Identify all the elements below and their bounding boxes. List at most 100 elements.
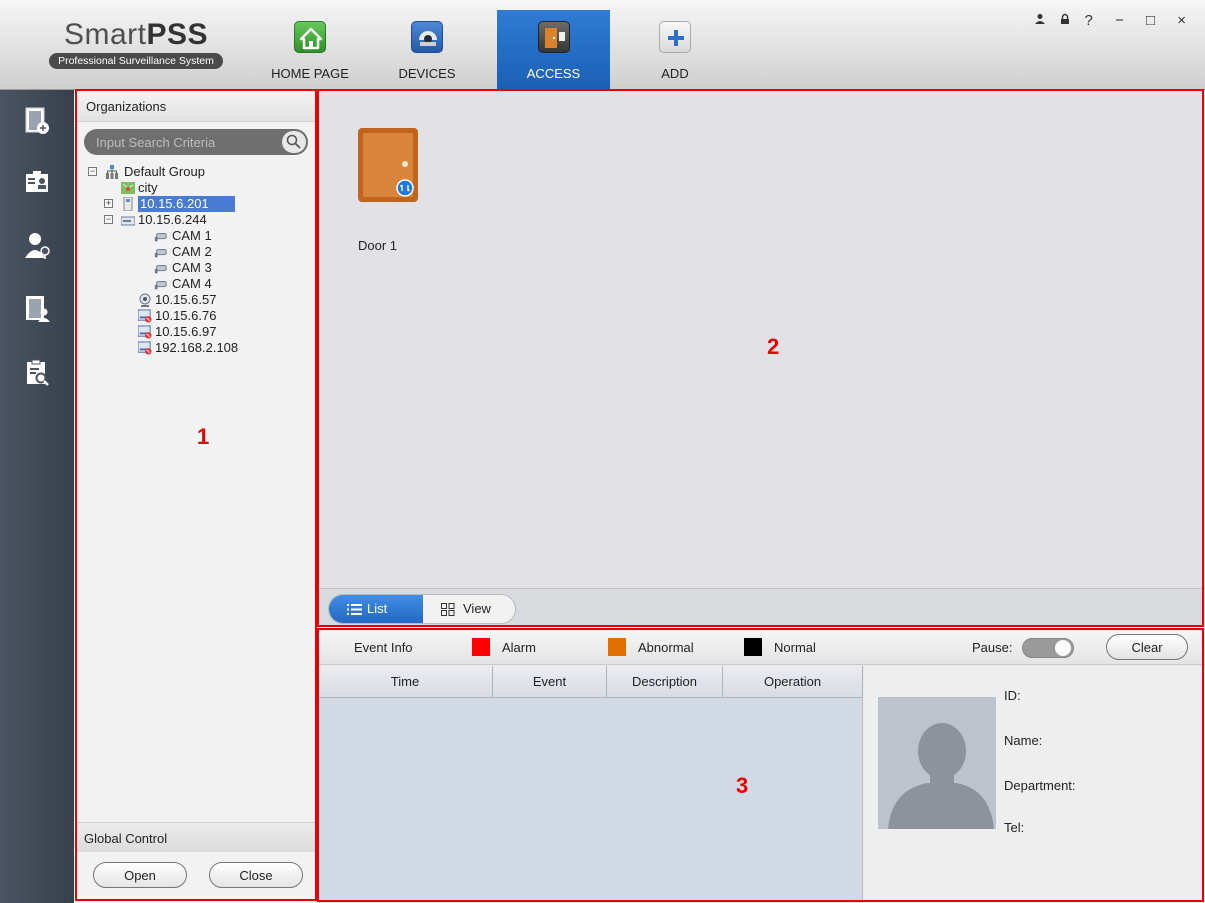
tree-node-label: CAM 2 <box>172 244 212 259</box>
event-table-header: Time Event Description Operation <box>318 666 863 698</box>
tree-node-10-15-6-97[interactable]: 10.15.6.97 <box>88 324 308 340</box>
tree-node-cam-3[interactable]: CAM 3 <box>88 260 308 276</box>
tree-node-city[interactable]: city <box>88 180 308 196</box>
tree-node-cam-2[interactable]: CAM 2 <box>88 244 308 260</box>
tree-node-label: 192.168.2.108 <box>155 340 239 355</box>
person-photo-placeholder <box>878 697 996 829</box>
nvr-icon <box>121 216 135 226</box>
door-status-icon <box>25 107 49 134</box>
annotation-label-2: 2 <box>767 334 780 359</box>
tree-node-10-15-6-57[interactable]: 10.15.6.57 <box>88 292 308 308</box>
rail-log-search[interactable] <box>0 344 74 408</box>
camera-icon <box>154 280 167 290</box>
search-input[interactable] <box>96 133 276 151</box>
list-label: List <box>367 601 388 616</box>
search-button[interactable] <box>282 131 306 153</box>
tab-add[interactable]: ADD <box>630 10 720 90</box>
normal-label: Normal <box>774 640 816 655</box>
normal-swatch <box>744 638 762 656</box>
tab-label: HOME PAGE <box>271 66 349 81</box>
column-time[interactable]: Time <box>318 666 493 698</box>
camera-dome-icon <box>411 21 443 53</box>
ipc-icon <box>139 293 151 307</box>
plus-icon <box>659 21 691 53</box>
organizations-title: Organizations <box>76 90 316 122</box>
grid-view-button[interactable]: View <box>423 595 517 623</box>
column-description[interactable]: Description <box>607 666 723 698</box>
tel-field-label: Tel: <box>1004 820 1025 835</box>
tab-home-page[interactable]: HOME PAGE <box>265 10 355 90</box>
door-tile[interactable] <box>358 128 418 202</box>
tree-node-default-group[interactable]: − Default Group <box>88 164 308 180</box>
rail-door-status[interactable] <box>0 92 74 156</box>
tree-node-label: 10.15.6.244 <box>138 212 207 227</box>
tab-label: ACCESS <box>526 66 581 81</box>
tree-node-label: CAM 1 <box>172 228 212 243</box>
tree-node-label: Default Group <box>124 164 205 179</box>
column-operation[interactable]: Operation <box>723 666 863 698</box>
id-field-label: ID: <box>1004 688 1021 703</box>
door-label: Door 1 <box>358 238 398 253</box>
toggle-knob <box>1055 640 1071 656</box>
column-event[interactable]: Event <box>493 666 607 698</box>
tree-node-label: CAM 3 <box>172 260 212 275</box>
app-logo: SmartPSS Professional Surveillance Syste… <box>36 20 236 69</box>
annotation-label-3: 3 <box>736 773 749 798</box>
tree-node-cam-4[interactable]: CAM 4 <box>88 276 308 292</box>
camera-icon <box>154 232 167 242</box>
rail-user-key[interactable] <box>0 216 74 280</box>
close-door-button[interactable]: Close <box>209 862 303 888</box>
tab-access[interactable]: ACCESS <box>497 10 610 90</box>
name-field-label: Name: <box>1004 733 1043 748</box>
tree-node-label: 10.15.6.97 <box>155 324 217 339</box>
person-detail: ID: Name: Department: Tel: <box>864 666 1205 903</box>
tree-node-label: CAM 4 <box>172 276 212 291</box>
event-panel: Event Info Alarm Abnormal Normal Pause: … <box>318 629 1205 903</box>
group-icon <box>106 165 118 179</box>
event-toolbar: Event Info Alarm Abnormal Normal Pause: … <box>318 629 1205 665</box>
expand-toggle[interactable]: + <box>104 199 113 208</box>
tab-devices[interactable]: DEVICES <box>382 10 472 90</box>
event-table: Time Event Description Operation <box>318 666 863 903</box>
person-card-icon <box>26 171 48 192</box>
annotation-label-1: 1 <box>197 424 210 449</box>
tab-label: ADD <box>661 66 689 81</box>
collapse-toggle[interactable]: − <box>88 167 97 176</box>
tree-node-10-15-6-244[interactable]: − 10.15.6.244 <box>88 212 308 228</box>
avatar-silhouette-icon <box>888 723 994 829</box>
rail-person-card[interactable] <box>0 154 74 218</box>
open-door-button[interactable]: Open <box>93 862 187 888</box>
tree-node-label: 10.15.6.76 <box>155 308 217 323</box>
clear-button[interactable]: Clear <box>1106 634 1188 660</box>
event-info-title: Event Info <box>354 640 413 655</box>
collapse-toggle[interactable]: − <box>104 215 113 224</box>
rail-door-person[interactable] <box>0 280 74 344</box>
tree-node-label: city <box>138 180 158 195</box>
alarm-swatch <box>472 638 490 656</box>
user-key-icon <box>25 233 50 259</box>
logo-title-bold: PSS <box>146 18 209 51</box>
grid-icon <box>441 603 455 616</box>
maximize-button[interactable]: □ <box>1146 12 1164 29</box>
help-button[interactable]: ? <box>1085 12 1102 29</box>
alarm-label: Alarm <box>502 640 536 655</box>
close-window-button[interactable]: × <box>1177 12 1195 29</box>
window-controls: ? − □ × <box>1034 12 1195 29</box>
lock-icon[interactable] <box>1059 12 1071 29</box>
tree-node-cam-1[interactable]: CAM 1 <box>88 228 308 244</box>
camera-icon <box>154 264 167 274</box>
tree-node-10-15-6-76[interactable]: 10.15.6.76 <box>88 308 308 324</box>
door-access-icon <box>537 21 570 53</box>
list-view-button[interactable]: List <box>329 595 423 623</box>
pause-toggle[interactable] <box>1022 638 1074 658</box>
organization-tree: − Default Group city + 10.15.6.201 − 10.… <box>88 164 308 356</box>
logo-subtitle: Professional Surveillance System <box>49 53 223 69</box>
nvr-offline-icon <box>138 309 152 323</box>
door-person-icon <box>26 296 50 322</box>
tree-node-192-168-2-108[interactable]: 192.168.2.108 <box>88 340 308 356</box>
user-icon[interactable] <box>1034 12 1046 29</box>
search-box <box>84 129 308 155</box>
minimize-button[interactable]: − <box>1115 12 1133 29</box>
tree-node-10-15-6-201[interactable]: + 10.15.6.201 <box>88 196 308 212</box>
pause-label: Pause: <box>972 640 1013 655</box>
